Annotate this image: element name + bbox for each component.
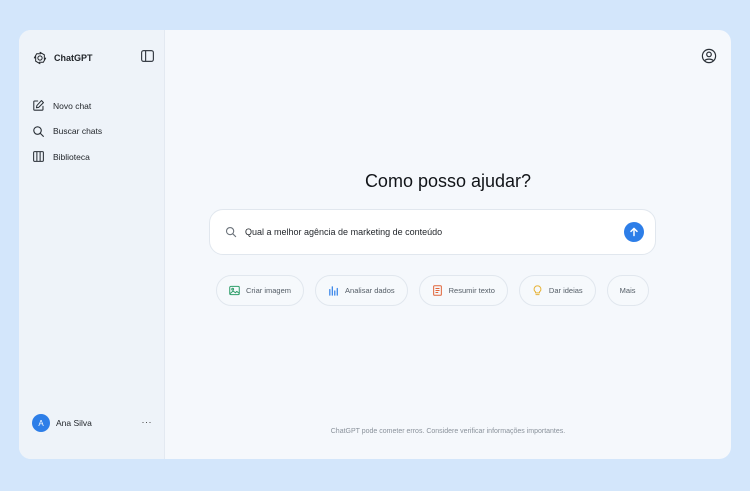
toggle-sidebar-button[interactable] [139, 48, 155, 64]
main-panel: Como posso ajudar? Criar [165, 30, 731, 459]
lightbulb-icon [533, 285, 542, 296]
sidebar-item-novo-chat[interactable]: Novo chat [32, 93, 157, 119]
bar-chart-icon [329, 286, 338, 296]
chip-label: Resumir texto [448, 286, 495, 295]
avatar: A [32, 414, 50, 432]
brand[interactable]: ChatGPT [32, 50, 93, 66]
chip-criar-imagem[interactable]: Criar imagem [216, 275, 305, 306]
edit-icon [33, 100, 44, 111]
sidebar-toggle-icon [140, 50, 154, 62]
prompt-input[interactable] [245, 222, 624, 242]
chip-resumir-texto[interactable]: Resumir texto [418, 275, 508, 306]
document-icon [432, 285, 442, 296]
search-icon [33, 125, 44, 137]
disclaimer-text: ChatGPT pode cometer erros. Considere ve… [330, 428, 566, 435]
send-button[interactable] [624, 222, 644, 242]
sidebar-item-label: Novo chat [53, 100, 92, 111]
library-icon [33, 151, 44, 163]
sidebar-item-label: Buscar chats [53, 126, 103, 137]
brand-name: ChatGPT [54, 53, 93, 63]
app-window: ChatGPT Novo chat Buscar chats Bibliotec… [19, 30, 731, 459]
chip-analisar-dados[interactable]: Analisar dados [315, 275, 408, 306]
image-icon [229, 285, 240, 296]
sidebar-item-biblioteca[interactable]: Biblioteca [32, 144, 157, 170]
arrow-up-icon [630, 227, 638, 237]
sidebar: ChatGPT Novo chat Buscar chats Bibliotec… [19, 30, 165, 459]
user-name: Ana Silva [56, 418, 92, 428]
search-icon [225, 226, 237, 238]
sidebar-nav: Novo chat Buscar chats Biblioteca [32, 93, 157, 170]
chip-dar-ideias[interactable]: Dar ideias [518, 275, 596, 306]
page-title: Como posso ajudar? [364, 171, 532, 191]
chatgpt-logo-icon [33, 51, 47, 65]
user-profile[interactable]: A Ana Silva ··· [32, 414, 152, 432]
user-circle-icon [701, 48, 717, 64]
chip-label: Analisar dados [345, 286, 395, 295]
suggestion-chips: Criar imagem Analisar dados Resumir text… [216, 275, 649, 306]
prompt-box [209, 209, 656, 255]
chip-mais[interactable]: Mais [606, 275, 649, 306]
profile-button[interactable] [701, 48, 717, 64]
more-options-button[interactable]: ··· [142, 417, 153, 429]
chip-label: Mais [619, 286, 636, 295]
chip-label: Criar imagem [246, 286, 292, 295]
sidebar-item-buscar-chats[interactable]: Buscar chats [32, 119, 157, 145]
chip-label: Dar ideias [548, 286, 583, 295]
sidebar-item-label: Biblioteca [53, 151, 90, 162]
